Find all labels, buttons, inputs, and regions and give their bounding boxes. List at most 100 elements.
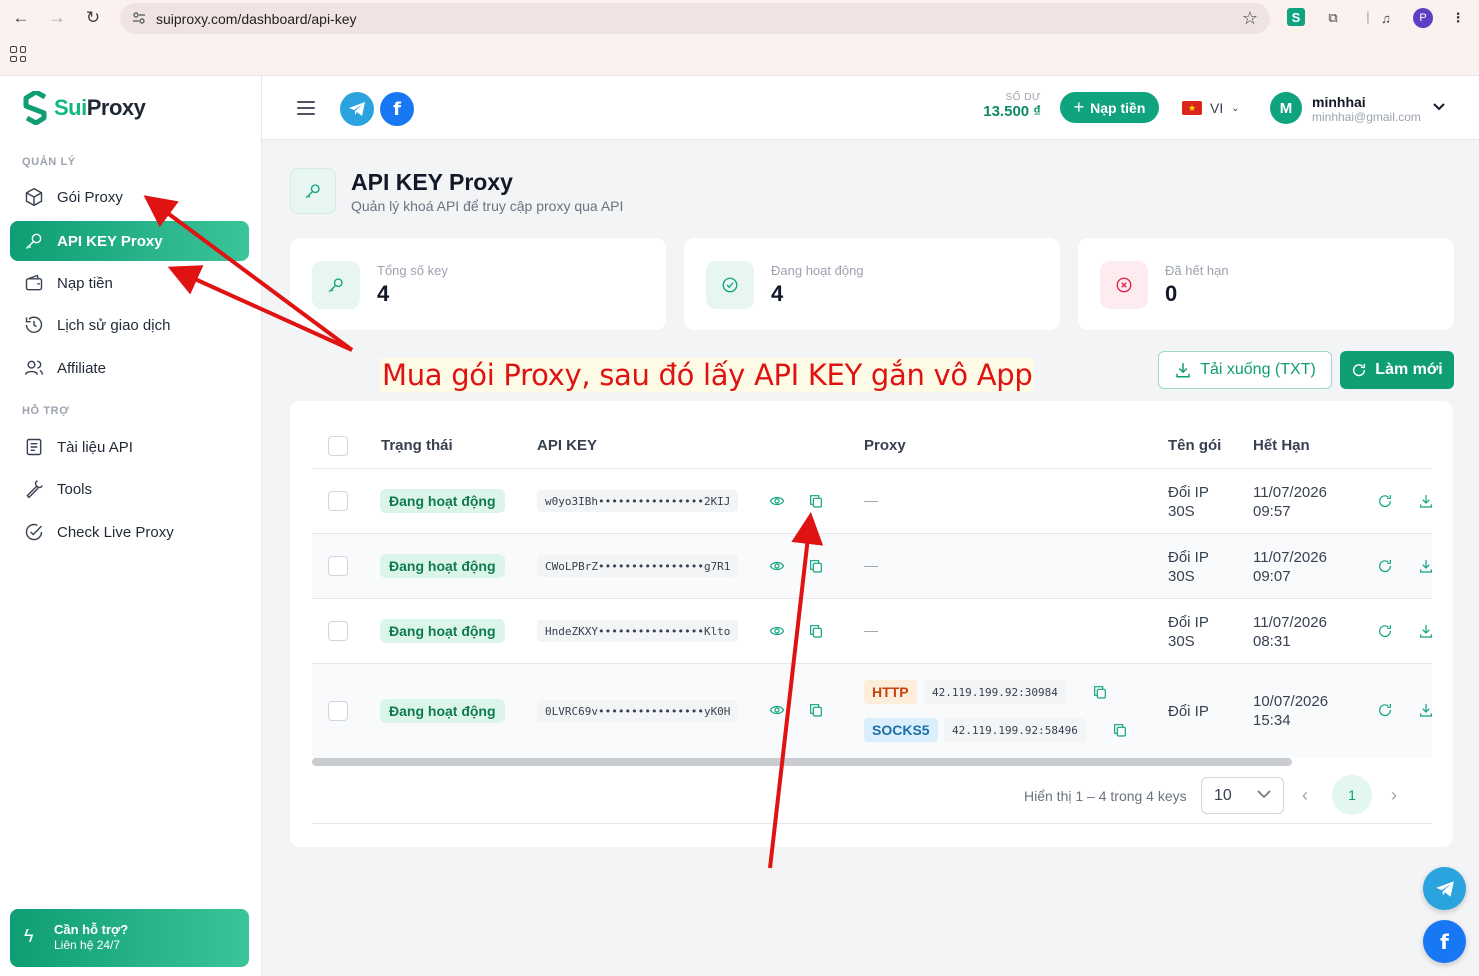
package-name: Đổi IP 30S	[1168, 484, 1209, 520]
download-icon[interactable]	[1418, 623, 1434, 639]
suiproxy-extension-icon[interactable]: S	[1287, 8, 1305, 26]
renew-icon[interactable]	[1377, 702, 1393, 718]
row-checkbox[interactable]	[328, 491, 348, 511]
stat-value: 0	[1165, 281, 1178, 306]
floating-telegram-icon[interactable]	[1423, 867, 1466, 910]
browser-menu-icon[interactable]: ⋮	[1448, 8, 1468, 28]
logo-s-icon	[23, 91, 47, 125]
copy-icon[interactable]	[808, 558, 824, 574]
forward-icon[interactable]: →	[45, 6, 69, 30]
facebook-icon[interactable]: f	[380, 92, 414, 126]
browser-chrome: ← → ↻ suiproxy.com/dashboard/api-key ☆ S…	[0, 0, 1479, 76]
sidebar-item-label: API KEY Proxy	[57, 232, 163, 250]
package-name: Đổi IP 30S	[1168, 614, 1209, 650]
column-header-api-key[interactable]: API KEY	[537, 437, 597, 454]
sidebar-item-deposit[interactable]: Nạp tiền	[10, 263, 249, 303]
balance: SỐ DƯ 13.500 ₫	[983, 92, 1041, 120]
row-checkbox[interactable]	[328, 621, 348, 641]
renew-icon[interactable]	[1377, 493, 1393, 509]
key-icon	[25, 233, 42, 250]
column-header-package[interactable]: Tên gói	[1168, 437, 1221, 454]
stat-card-total: Tổng số key 4	[290, 238, 666, 330]
eye-icon[interactable]	[769, 558, 785, 574]
language-code: VI	[1210, 100, 1224, 116]
proxy-type-badge-socks5: SOCKS5	[864, 718, 938, 742]
page-number-button[interactable]: 1	[1332, 775, 1372, 815]
api-key-value: HndeZKXY••••••••••••••••Klto	[537, 620, 739, 642]
user-email: minhhai@gmail.com	[1312, 110, 1421, 124]
sidebar-item-api-key[interactable]: API KEY Proxy	[10, 221, 249, 261]
proxy-address: 42.119.199.92:30984	[924, 680, 1066, 704]
sidebar-item-check-live[interactable]: Check Live Proxy	[10, 512, 249, 552]
download-icon[interactable]	[1418, 702, 1434, 718]
renew-icon[interactable]	[1377, 558, 1393, 574]
eye-icon[interactable]	[769, 623, 785, 639]
logo[interactable]: SuiProxy	[22, 91, 146, 125]
stat-label: Đang hoạt động	[771, 263, 864, 278]
floating-facebook-icon[interactable]: f	[1423, 920, 1466, 963]
row-checkbox[interactable]	[328, 556, 348, 576]
doc-icon	[26, 438, 42, 456]
eye-icon[interactable]	[769, 702, 785, 718]
scrollbar-thumb[interactable]	[312, 758, 1292, 766]
table-header: Trạng thái API KEY Proxy Tên gói Hết Hạn	[312, 401, 1432, 469]
language-selector[interactable]: ★ VI ⌄	[1182, 100, 1240, 116]
user-info[interactable]: minhhai minhhai@gmail.com	[1312, 94, 1421, 124]
download-icon[interactable]	[1418, 558, 1434, 574]
copy-icon[interactable]	[1112, 722, 1128, 738]
renew-icon[interactable]	[1377, 623, 1393, 639]
next-page-icon[interactable]: ›	[1391, 785, 1397, 806]
sidebar-item-history[interactable]: Lịch sử giao dịch	[10, 305, 249, 345]
copy-icon[interactable]	[808, 702, 824, 718]
download-icon	[1176, 363, 1190, 378]
download-txt-button[interactable]: Tải xuống (TXT)	[1158, 351, 1332, 389]
user-menu-chevron-icon[interactable]	[1433, 98, 1445, 114]
column-header-status[interactable]: Trạng thái	[381, 437, 453, 454]
telegram-icon[interactable]	[340, 92, 374, 126]
apps-grid-icon[interactable]	[10, 46, 26, 62]
proxy-empty: —	[864, 622, 878, 638]
profile-avatar[interactable]: P	[1413, 8, 1433, 28]
top-header: f SỐ DƯ 13.500 ₫ + Nạp tiền ★ VI ⌄ M min…	[262, 76, 1479, 140]
status-badge: Đang hoạt động	[380, 554, 505, 578]
site-settings-icon[interactable]	[132, 11, 146, 25]
divider	[312, 823, 1432, 824]
sidebar-item-api-docs[interactable]: Tài liệu API	[10, 427, 249, 467]
copy-icon[interactable]	[808, 493, 824, 509]
refresh-button[interactable]: Làm mới	[1340, 351, 1454, 389]
eye-icon[interactable]	[769, 493, 785, 509]
stat-card-active: Đang hoạt động 4	[684, 238, 1060, 330]
download-icon[interactable]	[1418, 493, 1434, 509]
sidebar-item-proxy-packages[interactable]: Gói Proxy	[10, 177, 249, 217]
column-header-expires[interactable]: Hết Hạn	[1253, 437, 1310, 454]
sidebar-item-affiliate[interactable]: Affiliate	[10, 348, 249, 388]
status-badge: Đang hoạt động	[380, 619, 505, 643]
media-controls-icon[interactable]: ♫	[1376, 8, 1396, 28]
horizontal-scrollbar[interactable]	[312, 757, 1432, 767]
deposit-button[interactable]: + Nạp tiền	[1060, 92, 1159, 123]
user-avatar[interactable]: M	[1270, 92, 1302, 124]
sidebar-item-label: Check Live Proxy	[57, 523, 174, 541]
reload-icon[interactable]: ↻	[81, 6, 105, 30]
copy-icon[interactable]	[1092, 684, 1108, 700]
sidebar-item-label: Affiliate	[57, 359, 106, 377]
page-size-select[interactable]: 10	[1201, 777, 1284, 814]
bookmark-star-icon[interactable]: ☆	[1242, 8, 1258, 29]
table-row: Đang hoạt động HndeZKXY••••••••••••••••K…	[312, 599, 1432, 664]
address-bar[interactable]: suiproxy.com/dashboard/api-key ☆	[120, 3, 1270, 34]
sidebar-item-tools[interactable]: Tools	[10, 469, 249, 509]
support-subtitle: Liên hệ 24/7	[54, 938, 121, 952]
back-icon[interactable]: ←	[9, 6, 33, 30]
hamburger-menu-icon[interactable]	[297, 101, 315, 115]
support-banner[interactable]: ϟ Cần hỗ trợ? Liên hệ 24/7	[10, 909, 249, 967]
previous-page-icon[interactable]: ‹	[1302, 785, 1308, 806]
refresh-button-label: Làm mới	[1375, 361, 1443, 378]
api-key-value: 0LVRC69v••••••••••••••••yK0H	[537, 700, 739, 722]
row-checkbox[interactable]	[328, 701, 348, 721]
copy-icon[interactable]	[808, 623, 824, 639]
extensions-puzzle-icon[interactable]: ⧉	[1323, 8, 1343, 28]
column-header-proxy[interactable]: Proxy	[864, 437, 906, 454]
select-all-checkbox[interactable]	[328, 436, 348, 456]
package-name: Đổi IP	[1168, 703, 1209, 720]
wrench-icon	[26, 480, 43, 499]
